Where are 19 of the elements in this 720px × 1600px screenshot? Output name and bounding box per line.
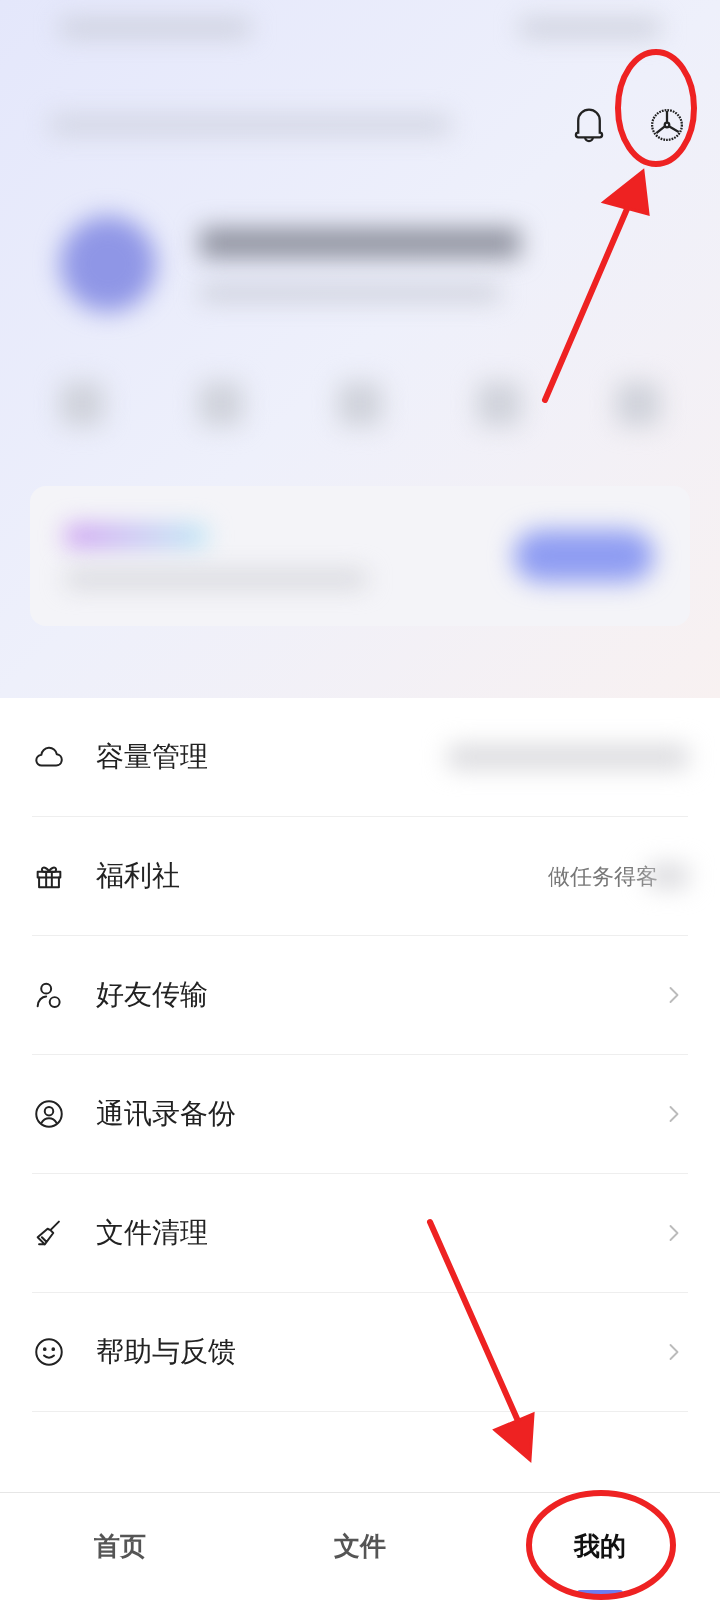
menu-label: 好友传输: [96, 977, 208, 1013]
nav-tab[interactable]: 文件: [334, 1527, 386, 1566]
menu-label: 容量管理: [96, 739, 208, 775]
menu-item[interactable]: 容量管理: [32, 698, 688, 817]
menu-label: 通讯录备份: [96, 1096, 236, 1132]
menu-item[interactable]: 福利社 做任务得客: [32, 817, 688, 936]
tab-indicator: [577, 1590, 623, 1596]
menu-item[interactable]: 帮助与反馈: [32, 1293, 688, 1412]
menu-item[interactable]: 通讯录备份: [32, 1055, 688, 1174]
menu-hint: 做任务得客: [548, 862, 658, 891]
menu-label: 帮助与反馈: [96, 1334, 236, 1370]
menu-label: 文件清理: [96, 1215, 208, 1251]
smile-icon: [32, 1335, 66, 1369]
user-circle-icon: [32, 1097, 66, 1131]
nav-tab[interactable]: 首页: [94, 1527, 146, 1566]
menu-item[interactable]: 好友传输: [32, 936, 688, 1055]
menu-item[interactable]: 文件清理: [32, 1174, 688, 1293]
nav-tab[interactable]: 我的: [574, 1527, 626, 1566]
menu-label: 福利社: [96, 858, 180, 894]
